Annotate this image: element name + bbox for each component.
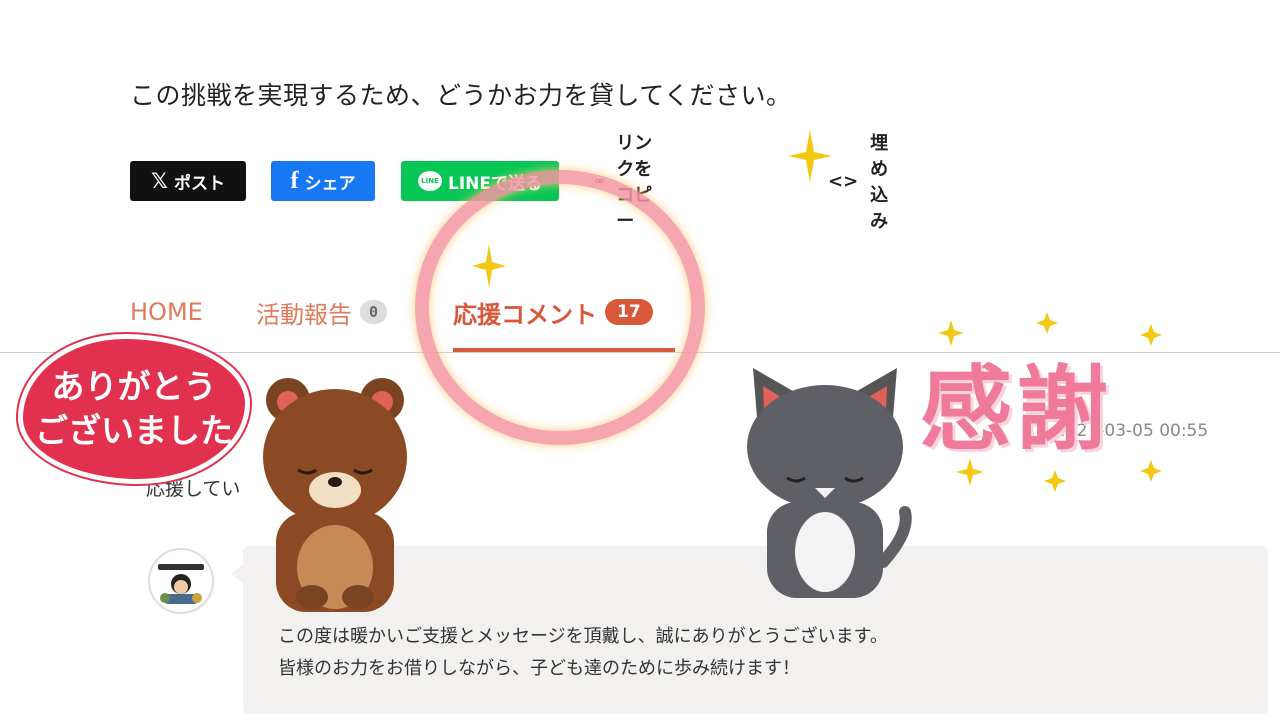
activity-report-count-badge: 0 [360,300,388,324]
x-post-label: ポスト [173,173,225,194]
code-brackets-icon: <> [828,170,859,192]
highlight-ring [415,170,705,445]
reply-text: この度は暖かいご支援とメッセージを頂戴し、誠にありがとうございます。 皆様のお力… [278,621,888,685]
sparkle-icon [472,244,506,288]
facebook-share-label: シェア [304,173,356,194]
tab-home[interactable]: HOME [130,282,203,342]
sparkle-icon [1140,460,1162,482]
thanks-sticker-line-1: ありがとう [51,367,217,406]
tab-activity-report[interactable]: 活動報告 0 [256,282,388,342]
sparkle-icon [788,130,832,182]
reply-line-2: 皆様のお力をお借りしながら、子ども達のために歩み続けます！ [278,658,800,679]
embed-label: 埋め込み [870,133,889,232]
sparkle-icon [938,320,964,346]
line-logo-icon: LINE [418,171,442,191]
kansha-sticker: 感謝 [920,356,1113,463]
owner-avatar-icon [151,551,211,611]
tab-activity-report-label: 活動報告 [256,300,352,329]
thanks-sticker-line-2: ございました [35,411,233,450]
sparkle-icon [1140,324,1162,346]
bowing-bear-illustration [263,378,407,612]
intro-text: この挑戦を実現するため、どうかお力を貸してください。 [130,81,792,110]
x-logo-icon: 𝕏 [151,169,168,193]
reply-bubble-tail [231,564,243,584]
sparkle-icon [956,458,984,486]
sparkle-icon [1036,312,1058,334]
reply-line-1: この度は暖かいご支援とメッセージを頂戴し、誠にありがとうございます。 [278,626,888,647]
thanks-sticker: ありがとう ございました [18,334,250,484]
owner-avatar[interactable] [148,548,214,614]
facebook-share-button[interactable]: f シェア [271,161,375,201]
bowing-cat-illustration [747,368,912,598]
tab-home-label: HOME [130,298,203,326]
facebook-logo-icon: f [290,167,299,194]
sparkle-icon [1044,470,1066,492]
embed-button[interactable]: <> 埋め込み [828,133,888,232]
x-post-button[interactable]: 𝕏 ポスト [130,161,246,201]
project-page: この挑戦を実現するため、どうかお力を貸してください。 𝕏 ポスト f シェア L… [0,0,1280,720]
